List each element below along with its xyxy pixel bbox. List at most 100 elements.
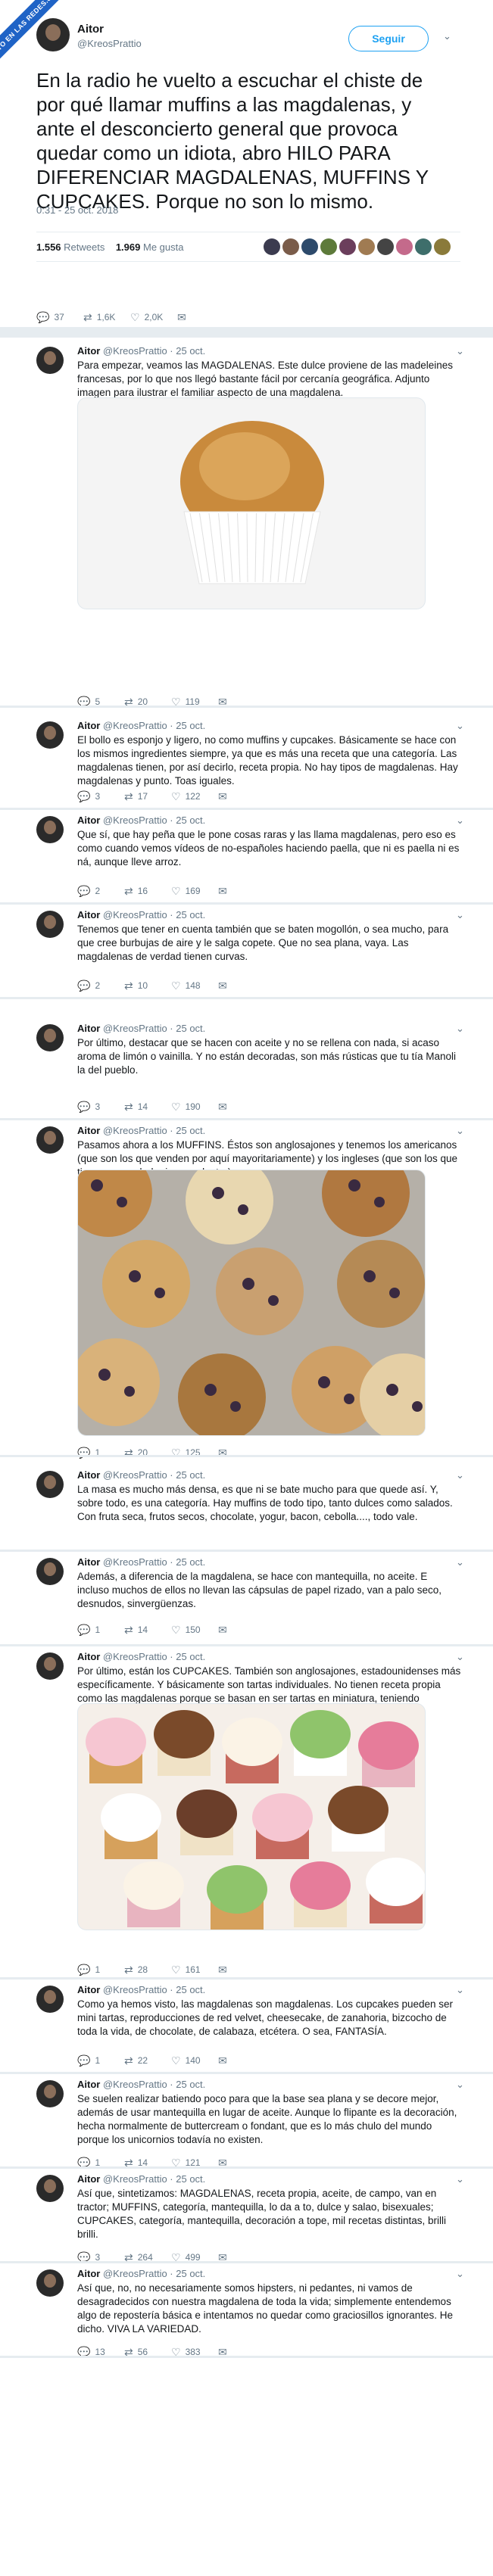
reply-button[interactable]: 💬 1 — [77, 1964, 124, 1975]
chevron-down-icon[interactable]: ⌄ — [456, 815, 464, 827]
tweet-date[interactable]: 0:31 - 25 oct. 2018 — [36, 204, 118, 216]
message-button[interactable]: ✉ — [218, 1101, 265, 1112]
chevron-down-icon[interactable]: ⌄ — [456, 2079, 464, 2091]
retweet-button[interactable]: ⇄ 14 — [124, 1624, 171, 1635]
tweet-image-cupcakes[interactable] — [77, 1703, 426, 1930]
chevron-down-icon[interactable]: ⌄ — [456, 1469, 464, 1481]
author-handle[interactable]: @KreosPrattio · 25 oct. — [103, 1984, 205, 1995]
like-button[interactable]: ♡ 169 — [171, 886, 218, 896]
reply-button[interactable]: 💬 37 — [36, 312, 83, 322]
author-name[interactable]: Aitor — [77, 1125, 100, 1136]
retweet-button[interactable]: ⇄ 16 — [124, 886, 171, 896]
author-handle[interactable]: @KreosPrattio · 25 oct. — [103, 1023, 205, 1034]
like-button[interactable]: ♡ 161 — [171, 1964, 218, 1975]
chevron-down-icon[interactable]: ⌄ — [456, 909, 464, 921]
author-handle[interactable]: @KreosPrattio · 25 oct. — [103, 345, 205, 357]
author-handle[interactable]: @KreosPrattio · 25 oct. — [103, 909, 205, 920]
avatar[interactable] — [36, 1471, 64, 1498]
likes-count[interactable]: 1.969 — [116, 241, 141, 253]
avatar[interactable] — [36, 1986, 64, 2013]
likes-label[interactable]: Me gusta — [143, 241, 183, 253]
chevron-down-icon[interactable]: ⌄ — [456, 720, 464, 732]
retweet-button[interactable]: ⇄ 14 — [124, 1101, 171, 1112]
avatar[interactable] — [36, 2175, 64, 2202]
reply-button[interactable]: 💬 1 — [77, 1624, 124, 1635]
author-handle[interactable]: @KreosPrattio · 25 oct. — [103, 1651, 205, 1662]
chevron-down-icon[interactable]: ⌄ — [456, 2268, 464, 2280]
thread-tweet[interactable]: Aitor @KreosPrattio · 25 oct. ⌄ Así que, … — [30, 2263, 470, 2357]
like-button[interactable]: ♡ 190 — [171, 1101, 218, 1112]
avatar[interactable] — [36, 1558, 64, 1585]
author-handle[interactable]: @KreosPrattio · 25 oct. — [103, 720, 205, 731]
reply-button[interactable]: 💬 3 — [77, 1101, 124, 1112]
author-name[interactable]: Aitor — [77, 2173, 100, 2185]
like-button[interactable]: ♡ 148 — [171, 980, 218, 991]
retweet-button[interactable]: ⇄ 1,6K — [83, 312, 130, 322]
message-button[interactable]: ✉ — [218, 1964, 265, 1975]
author-handle[interactable]: @KreosPrattio — [77, 38, 142, 49]
author-handle[interactable]: @KreosPrattio · 25 oct. — [103, 2173, 205, 2185]
reply-button[interactable]: 💬 2 — [77, 886, 124, 896]
author-name[interactable]: Aitor — [77, 1651, 100, 1662]
chevron-down-icon[interactable]: ⌄ — [456, 1125, 464, 1137]
message-button[interactable]: ✉ — [218, 886, 265, 896]
thread-tweet[interactable]: Aitor @KreosPrattio · 25 oct. ⌄ Que sí, q… — [30, 810, 470, 901]
like-button[interactable]: ♡ 150 — [171, 1624, 218, 1635]
message-button[interactable]: ✉ — [177, 312, 224, 322]
avatar[interactable] — [36, 1024, 64, 1051]
author-name[interactable]: Aitor — [77, 2268, 100, 2279]
avatar[interactable] — [36, 1126, 64, 1154]
author-name[interactable]: Aitor — [77, 1984, 100, 1995]
like-button[interactable]: ♡ 2,0K — [130, 312, 177, 322]
retweets-label[interactable]: Retweets — [64, 241, 105, 253]
chevron-down-icon[interactable]: ⌄ — [456, 345, 464, 357]
author-name[interactable]: Aitor — [77, 815, 100, 826]
author-name[interactable]: Aitor — [77, 1469, 100, 1481]
retweet-button[interactable]: ⇄ 22 — [124, 2055, 171, 2066]
author-name[interactable]: Aitor — [77, 1556, 100, 1568]
chevron-down-icon[interactable]: ⌄ — [456, 1023, 464, 1035]
thread-tweet[interactable]: Aitor @KreosPrattio · 25 oct. ⌄ La masa e… — [30, 1465, 470, 1548]
avatar[interactable] — [36, 1652, 64, 1680]
retweet-button[interactable]: ⇄ 28 — [124, 1964, 171, 1975]
author-handle[interactable]: @KreosPrattio · 25 oct. — [103, 815, 205, 826]
author-name[interactable]: Aitor — [77, 909, 100, 920]
retweet-button[interactable]: ⇄ 10 — [124, 980, 171, 991]
message-button[interactable]: ✉ — [218, 980, 265, 991]
author-name[interactable]: Aitor — [77, 23, 104, 36]
chevron-down-icon[interactable]: ⌄ — [456, 1984, 464, 1996]
likers-avatars[interactable] — [264, 238, 451, 255]
thread-tweet[interactable]: Aitor @KreosPrattio · 25 oct. ⌄ Para empe… — [30, 341, 470, 707]
like-button[interactable]: ♡ 122 — [171, 791, 218, 802]
author-name[interactable]: Aitor — [77, 2079, 100, 2090]
thread-tweet[interactable]: Aitor @KreosPrattio · 25 oct. ⌄ Como ya h… — [30, 1980, 470, 2070]
author-name[interactable]: Aitor — [77, 720, 100, 731]
chevron-down-icon[interactable]: ⌄ — [443, 30, 451, 42]
chevron-down-icon[interactable]: ⌄ — [456, 1556, 464, 1568]
message-button[interactable]: ✉ — [218, 791, 265, 802]
avatar[interactable] — [36, 911, 64, 938]
thread-tweet[interactable]: Aitor @KreosPrattio · 25 oct. ⌄ El bollo … — [30, 715, 470, 806]
reply-button[interactable]: 💬 1 — [77, 2055, 124, 2066]
thread-tweet[interactable]: Aitor @KreosPrattio · 25 oct. ⌄ Tenemos q… — [30, 905, 470, 995]
follow-button[interactable]: Seguir — [348, 26, 429, 51]
author-handle[interactable]: @KreosPrattio · 25 oct. — [103, 1125, 205, 1136]
author-name[interactable]: Aitor — [77, 1023, 100, 1034]
retweet-button[interactable]: ⇄ 17 — [124, 791, 171, 802]
retweets-count[interactable]: 1.556 — [36, 241, 61, 253]
avatar[interactable] — [36, 721, 64, 749]
tweet-image-madg[interactable] — [77, 397, 426, 609]
thread-tweet[interactable]: Aitor @KreosPrattio · 25 oct. ⌄ Así que, … — [30, 2169, 470, 2263]
author-handle[interactable]: @KreosPrattio · 25 oct. — [103, 1556, 205, 1568]
like-button[interactable]: ♡ 140 — [171, 2055, 218, 2066]
chevron-down-icon[interactable]: ⌄ — [456, 2173, 464, 2185]
avatar[interactable] — [36, 816, 64, 843]
author-handle[interactable]: @KreosPrattio · 25 oct. — [103, 2268, 205, 2279]
chevron-down-icon[interactable]: ⌄ — [456, 1651, 464, 1663]
author-handle[interactable]: @KreosPrattio · 25 oct. — [103, 2079, 205, 2090]
thread-tweet[interactable]: Aitor @KreosPrattio · 25 oct. ⌄ Se suelen… — [30, 2074, 470, 2168]
message-button[interactable]: ✉ — [218, 1624, 265, 1635]
message-button[interactable]: ✉ — [218, 2055, 265, 2066]
thread-tweet[interactable]: Aitor @KreosPrattio · 25 oct. ⌄ Además, a… — [30, 1552, 470, 1643]
avatar[interactable] — [36, 2269, 64, 2297]
